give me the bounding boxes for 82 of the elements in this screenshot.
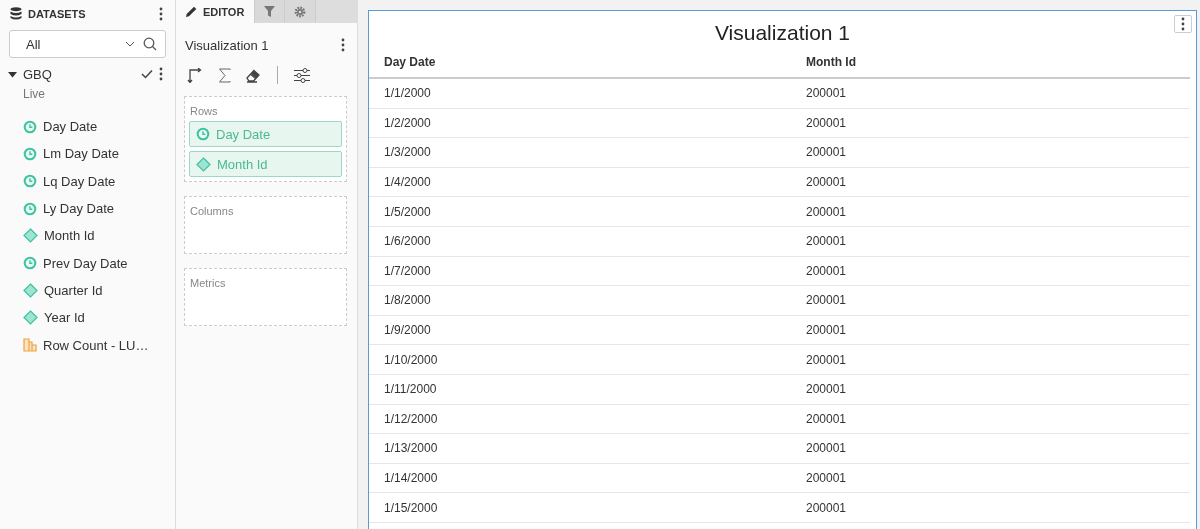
pivot-icon[interactable] (187, 67, 203, 83)
field-item[interactable]: Lq Day Date (43, 173, 116, 189)
table-cell-text: 200001 (806, 471, 848, 485)
field-item[interactable]: Row Count - LU… (43, 337, 149, 353)
clock-icon (23, 174, 37, 189)
field-item[interactable]: Day Date (43, 119, 98, 135)
field-item[interactable]: Year Id (44, 310, 85, 326)
diamond-icon (23, 282, 38, 298)
table-cell-text: 1/7/2000 (384, 263, 432, 278)
table-cell-text: 1/3/2000 (384, 145, 432, 160)
filter-tab[interactable] (255, 0, 286, 23)
table-cell-text: 200001 (806, 293, 848, 308)
editor-tab[interactable]: EDITOR (176, 0, 256, 23)
table-cell-text: 200001 (806, 145, 848, 160)
zone-label: Metrics (189, 277, 227, 289)
more-icon[interactable] (159, 6, 163, 21)
table-cell-text: 200001 (806, 86, 848, 101)
table-cell-text: 1/4/2000 (384, 175, 432, 190)
table-cell-text: 1/11/2000 (384, 382, 438, 397)
table-cell-text: 1/14/2000 (384, 471, 439, 485)
dataset-name[interactable]: GBQ (23, 66, 135, 82)
field-item[interactable]: Month Id (44, 228, 95, 244)
drop-zone[interactable]: Columns (184, 196, 347, 254)
diamond-icon (23, 310, 38, 326)
table-cell-text: 1/10/2000 (384, 352, 439, 367)
zone-label: Rows (189, 105, 219, 117)
table-cell-text: 200001 (806, 323, 848, 338)
chevron-down-icon (125, 41, 135, 47)
more-icon[interactable] (1181, 17, 1185, 31)
clock-icon (196, 127, 210, 141)
field-item[interactable]: Ly Day Date (43, 201, 115, 217)
drop-zone[interactable]: Metrics (184, 268, 347, 326)
table-cell-text: 200001 (806, 263, 848, 278)
caret-icon[interactable] (8, 69, 17, 79)
table-cell-text: 200001 (806, 204, 848, 219)
table-cell-text: 1/9/2000 (384, 323, 432, 338)
bar-chart-icon (23, 338, 37, 352)
table-cell-text: 200001 (806, 115, 848, 130)
table-cell-text: 1/1/2000 (384, 86, 432, 101)
zone-label: Columns (189, 205, 235, 217)
table-cell-text: 1/8/2000 (384, 293, 432, 308)
table-cell-text: 1/6/2000 (384, 234, 432, 249)
diamond-icon (196, 156, 211, 172)
database-icon (10, 7, 22, 20)
table-cell-text: 200001 (806, 234, 848, 249)
pencil-icon (186, 6, 197, 17)
filter-dropdown[interactable]: All (9, 30, 166, 58)
settings-icon (294, 5, 307, 18)
clock-icon (23, 146, 37, 161)
more-icon[interactable] (159, 67, 163, 81)
eraser-icon[interactable] (246, 67, 262, 83)
column-header[interactable]: Day Date (384, 55, 806, 69)
dataset-mode: Live (22, 87, 46, 101)
field-item[interactable]: Lm Day Date (43, 146, 119, 162)
field-item[interactable]: Prev Day Date (43, 255, 128, 271)
clock-icon (23, 256, 37, 271)
table-cell-text: 200001 (806, 441, 848, 456)
table-cell-text: 1/12/2000 (384, 411, 439, 426)
search-icon[interactable] (143, 37, 157, 51)
table-cell-text: 200001 (806, 382, 848, 397)
visualization-title: Visualization 1 (713, 20, 851, 46)
table-cell-text: 200001 (806, 175, 848, 190)
table-cell-text: 1/2/2000 (384, 115, 432, 130)
table-cell-text: 200001 (806, 411, 848, 426)
clock-icon (23, 119, 37, 134)
table-cell-text: 200001 (806, 500, 848, 515)
more-icon[interactable] (341, 38, 345, 52)
clock-icon (23, 201, 37, 216)
settings-tab[interactable] (285, 0, 317, 23)
table-cell-text: 1/5/2000 (384, 204, 432, 219)
table-cell-text: 1/13/2000 (384, 441, 439, 456)
sigma-icon[interactable] (218, 67, 231, 83)
visualization-name: Visualization 1 (185, 37, 270, 53)
field-item[interactable]: Quarter Id (44, 282, 103, 298)
more-button[interactable] (1174, 15, 1192, 33)
table-cell-text: 200001 (806, 352, 848, 367)
column-header[interactable]: Month Id (806, 55, 1190, 69)
diamond-icon (23, 228, 38, 244)
table-cell-text: 1/15/2000 (384, 500, 439, 515)
sliders-icon[interactable] (293, 67, 311, 83)
panel-title: DATASETS (28, 7, 87, 20)
filter-icon (264, 6, 276, 17)
